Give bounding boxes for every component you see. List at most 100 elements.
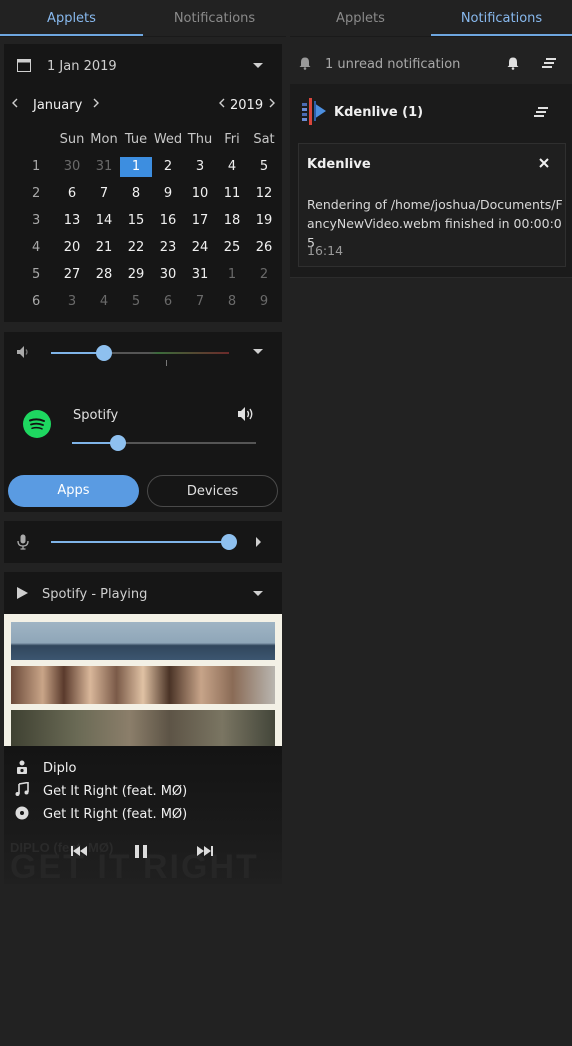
- album-name: Get It Right (feat. MØ): [43, 807, 188, 822]
- next-month-icon[interactable]: [93, 98, 99, 108]
- notifications-panel: Applets Notifications 1 unread notificat…: [290, 0, 572, 1046]
- tab-notifications[interactable]: Notifications: [143, 0, 286, 36]
- mic-volume-knob[interactable]: [221, 534, 237, 550]
- calendar-day[interactable]: 2: [152, 159, 184, 174]
- apps-button[interactable]: Apps: [8, 475, 139, 507]
- artist-icon: [15, 760, 29, 774]
- calendar-day-outside[interactable]: 7: [184, 294, 216, 309]
- calendar-day[interactable]: 11: [216, 186, 248, 201]
- calendar-day[interactable]: 17: [184, 213, 216, 228]
- calendar-day[interactable]: 14: [88, 213, 120, 228]
- calendar-week-row: 4 20 21 22 23 24 25 26: [24, 234, 280, 261]
- weekday-label: Wed: [153, 132, 183, 147]
- calendar-day-outside[interactable]: 4: [88, 294, 120, 309]
- calendar-day[interactable]: 26: [248, 240, 280, 255]
- album-art-strip-crowd: [11, 666, 275, 704]
- previous-track-icon[interactable]: [71, 846, 87, 856]
- calendar-header[interactable]: 1 Jan 2019: [4, 44, 282, 88]
- calendar-day[interactable]: 7: [88, 186, 120, 201]
- calendar-day-outside[interactable]: 2: [248, 267, 280, 282]
- prev-year-icon[interactable]: [219, 98, 225, 108]
- next-year-icon[interactable]: [269, 98, 275, 108]
- calendar-day[interactable]: 28: [88, 267, 120, 282]
- tab-applets[interactable]: Applets: [0, 0, 143, 36]
- calendar-day[interactable]: 19: [248, 213, 280, 228]
- do-not-disturb-bell-icon[interactable]: [507, 57, 519, 70]
- calendar-day-outside[interactable]: 3: [56, 294, 88, 309]
- calendar-day[interactable]: 4: [216, 159, 248, 174]
- calendar-day[interactable]: 3: [184, 159, 216, 174]
- calendar-day[interactable]: 8: [120, 186, 152, 201]
- play-icon[interactable]: [17, 587, 28, 599]
- pause-icon[interactable]: [135, 845, 147, 858]
- calendar-day[interactable]: 27: [56, 267, 88, 282]
- calendar-day[interactable]: 12: [248, 186, 280, 201]
- calendar-day[interactable]: 20: [56, 240, 88, 255]
- media-player-applet: Spotify - Playing DIPLO (feat. MØ) GET I…: [4, 572, 282, 886]
- calendar-day-outside[interactable]: 31: [88, 159, 120, 174]
- week-number: 3: [32, 213, 41, 228]
- calendar-day[interactable]: 23: [152, 240, 184, 255]
- clear-group-icon[interactable]: [534, 107, 548, 117]
- track-title: Get It Right (feat. MØ): [43, 784, 188, 799]
- notification-card[interactable]: Kdenlive Rendering of /home/joshua/Docum…: [298, 143, 566, 267]
- album-art-strip-face: [11, 710, 275, 746]
- speaker-low-icon[interactable]: [16, 345, 32, 359]
- notification-group-title: Kdenlive (1): [334, 105, 424, 120]
- calendar-day[interactable]: 29: [120, 267, 152, 282]
- calendar-day-outside[interactable]: 8: [216, 294, 248, 309]
- volume-100-marker: [166, 360, 167, 366]
- weekday-label: Thu: [187, 132, 213, 147]
- calendar-day-outside[interactable]: 5: [120, 294, 152, 309]
- calendar-day[interactable]: 31: [184, 267, 216, 282]
- calendar-day[interactable]: 10: [184, 186, 216, 201]
- chevron-right-icon[interactable]: [256, 537, 262, 547]
- microphone-icon[interactable]: [17, 534, 29, 550]
- notification-summary-row: 1 unread notification: [290, 44, 572, 84]
- calendar-day-selected[interactable]: 1: [120, 156, 152, 177]
- calendar-day-outside[interactable]: 1: [216, 267, 248, 282]
- chevron-down-icon[interactable]: [253, 349, 263, 355]
- close-icon[interactable]: [539, 158, 549, 168]
- weekday-label: Mon: [90, 132, 118, 147]
- calendar-day[interactable]: 13: [56, 213, 88, 228]
- calendar-week-row: 5 27 28 29 30 31 1 2: [24, 261, 280, 288]
- tab-notifications[interactable]: Notifications: [431, 0, 572, 36]
- calendar-day[interactable]: 18: [216, 213, 248, 228]
- calendar-day[interactable]: 15: [120, 213, 152, 228]
- chevron-down-icon[interactable]: [253, 591, 263, 597]
- week-number: 6: [32, 294, 41, 309]
- calendar-day[interactable]: 24: [184, 240, 216, 255]
- calendar-day-outside[interactable]: 30: [56, 159, 88, 174]
- volume-applet: Spotify Apps Devices: [4, 332, 282, 512]
- calendar-day[interactable]: 21: [88, 240, 120, 255]
- calendar-day-outside[interactable]: 9: [248, 294, 280, 309]
- album-art-strip-sea: [11, 622, 275, 660]
- calendar-day[interactable]: 22: [120, 240, 152, 255]
- unread-count: 1 unread notification: [325, 57, 461, 72]
- devices-button[interactable]: Devices: [147, 475, 278, 507]
- notification-body: Rendering of /home/joshua/Documents/Fanc…: [307, 197, 563, 250]
- calendar-day[interactable]: 25: [216, 240, 248, 255]
- album-art: [4, 614, 282, 746]
- weekday-label: Sun: [59, 132, 85, 147]
- speaker-high-icon[interactable]: [237, 406, 255, 422]
- master-volume-knob[interactable]: [96, 345, 112, 361]
- prev-month-icon[interactable]: [12, 98, 18, 108]
- next-track-icon[interactable]: [197, 846, 213, 856]
- calendar-day[interactable]: 16: [152, 213, 184, 228]
- calendar-day[interactable]: 30: [152, 267, 184, 282]
- left-tab-bar: Applets Notifications: [0, 0, 286, 37]
- calendar-day[interactable]: 6: [56, 186, 88, 201]
- chevron-down-icon[interactable]: [253, 63, 263, 69]
- calendar-day-outside[interactable]: 6: [152, 294, 184, 309]
- clear-all-icon[interactable]: [542, 58, 556, 68]
- app-volume-knob[interactable]: [110, 435, 126, 451]
- calendar-grid: Sun Mon Tue Wed Thu Fri Sat 1 30 31 1 2 3 4 5 2 6 7 8 9 10 11…: [24, 126, 280, 315]
- notification-time: 16:14: [307, 243, 344, 258]
- calendar-day[interactable]: 9: [152, 186, 184, 201]
- weekday-label: Sat: [253, 132, 275, 147]
- app-name: Spotify: [73, 408, 119, 423]
- calendar-day[interactable]: 5: [248, 159, 280, 174]
- tab-applets[interactable]: Applets: [290, 0, 431, 36]
